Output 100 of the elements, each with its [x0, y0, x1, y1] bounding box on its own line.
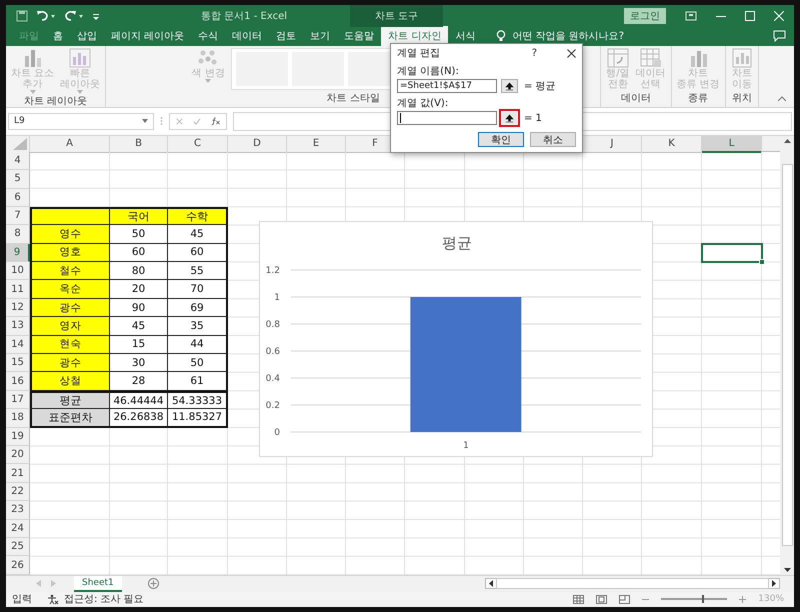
row-header[interactable]: 13	[6, 317, 30, 336]
table-cell: 90	[110, 298, 168, 318]
input-field[interactable]: =Sheet1!$A$17	[397, 79, 497, 93]
field-result: = 평균	[524, 80, 556, 93]
accessibility-icon[interactable]	[47, 594, 59, 605]
comment-icon[interactable]	[773, 30, 786, 42]
axis-label: 1	[274, 292, 280, 303]
maximize-icon[interactable]	[745, 10, 755, 20]
field-result: = 1	[524, 112, 542, 124]
column-header[interactable]: L	[702, 136, 762, 153]
page-break-icon[interactable]	[619, 594, 630, 604]
up-arrow-icon	[505, 114, 514, 122]
table-cell: 28	[110, 372, 168, 391]
close-icon[interactable]	[567, 48, 576, 58]
axis-label: 0.6	[266, 346, 280, 357]
row-header[interactable]: 23	[6, 501, 30, 520]
ribbon-tab[interactable]: 홈	[46, 26, 70, 46]
column-header[interactable]: A	[30, 136, 110, 153]
row-header[interactable]: 11	[6, 280, 30, 299]
sheet-tab[interactable]: Sheet1	[74, 576, 122, 592]
table-cell: 54.33333	[168, 390, 228, 410]
accessibility-status[interactable]: 접근성: 조사 필요	[64, 592, 144, 606]
function-icon[interactable]	[210, 116, 220, 126]
axis-label: 0.8	[266, 320, 280, 330]
column-header[interactable]: B	[110, 136, 168, 153]
horizontal-scrollbar[interactable]	[485, 578, 780, 590]
chart-area[interactable]: 평균 0 0.2 0.4 0.6 0.8 1 1.2 1	[259, 220, 653, 457]
cell-cursor	[701, 242, 763, 264]
table-cell: 영자	[30, 317, 110, 336]
row-header[interactable]: 6	[6, 188, 30, 207]
collapse-dialog-button[interactable]	[501, 79, 518, 93]
row-header[interactable]: 24	[6, 520, 30, 538]
collapse-dialog-button[interactable]	[499, 109, 520, 127]
save-icon[interactable]	[16, 10, 28, 22]
ribbon-display-icon[interactable]	[685, 10, 697, 20]
table-cell: 15	[110, 336, 168, 354]
collapse-ribbon-icon[interactable]	[778, 96, 786, 101]
row-header[interactable]: 12	[6, 298, 30, 318]
ribbon-tab[interactable]: 페이지 레이아웃	[104, 26, 192, 46]
table-cell: 44	[168, 336, 228, 354]
ribbon-tab[interactable]: 삽입	[70, 26, 104, 46]
dialog-button[interactable]: 확인	[478, 132, 524, 147]
row-header[interactable]: 22	[6, 482, 30, 502]
zoom-slider[interactable]	[661, 598, 728, 600]
ribbon-tab[interactable]: 수식	[191, 26, 226, 46]
row-header[interactable]: 16	[6, 372, 30, 391]
table-cell: 평균	[30, 390, 110, 410]
table-cell: 50	[110, 225, 168, 244]
row-header[interactable]: 8	[6, 225, 30, 244]
zoom-in-icon[interactable]	[739, 596, 746, 603]
column-header[interactable]: J	[583, 136, 642, 153]
dialog-title: 계열 편집	[397, 47, 440, 60]
axis-label: 1	[463, 440, 469, 451]
row-header[interactable]: 9	[6, 244, 30, 262]
column-header[interactable]: C	[168, 136, 228, 153]
scroll-down-icon[interactable]	[784, 568, 790, 572]
row-header[interactable]: 17	[6, 390, 30, 410]
page-layout-icon[interactable]	[596, 594, 608, 604]
name-box[interactable]: L9	[8, 112, 154, 130]
column-header[interactable]: E	[287, 136, 346, 153]
row-header[interactable]: 7	[6, 206, 30, 226]
row-header[interactable]: 10	[6, 262, 30, 280]
row-header[interactable]: 18	[6, 409, 30, 428]
table-cell: 표준편차	[30, 409, 110, 428]
row-header[interactable]: 5	[6, 170, 30, 189]
vertical-scrollbar[interactable]	[780, 136, 794, 575]
row-header[interactable]: 4	[6, 152, 30, 170]
ribbon-tab[interactable]: 보기	[303, 26, 338, 46]
row-header[interactable]: 20	[6, 446, 30, 464]
normal-view-icon[interactable]	[573, 594, 584, 604]
ribbon-tab[interactable]: 서식	[448, 26, 482, 46]
scroll-left-icon[interactable]	[489, 580, 493, 588]
dialog-button[interactable]: 취소	[530, 132, 576, 147]
redo-icon[interactable]	[64, 10, 84, 22]
axis-label: 0	[274, 428, 280, 438]
add-sheet-icon[interactable]	[148, 578, 159, 590]
axis-label: 0.4	[266, 374, 280, 384]
row-header[interactable]: 14	[6, 336, 30, 354]
tell-me-field[interactable]: 어떤 작업을 원하시나요?	[512, 29, 624, 43]
ribbon-tab[interactable]: 검토	[269, 26, 304, 46]
chart-title: 평균	[442, 234, 472, 252]
row-header[interactable]: 26	[6, 556, 30, 575]
table-cell: 철수	[30, 262, 110, 280]
help-button[interactable]: ?	[532, 48, 537, 58]
dropdown-icon	[142, 119, 148, 124]
ribbon-tab[interactable]: 도움말	[337, 26, 382, 46]
input-field[interactable]	[397, 111, 497, 125]
row-header[interactable]: 21	[6, 464, 30, 483]
login-button[interactable]: 로그인	[624, 8, 666, 24]
column-header[interactable]: K	[642, 136, 702, 153]
scroll-right-icon[interactable]	[772, 580, 776, 588]
column-header[interactable]: D	[228, 136, 287, 153]
row-header[interactable]: 15	[6, 354, 30, 372]
row-header[interactable]: 25	[6, 538, 30, 556]
ribbon-tab[interactable]: 데이터	[225, 26, 270, 46]
table-cell: 영수	[30, 225, 110, 244]
scroll-up-icon[interactable]	[784, 138, 790, 143]
undo-icon[interactable]	[36, 10, 56, 22]
row-header[interactable]: 19	[6, 428, 30, 446]
group-label: 차트 스타일	[326, 92, 380, 106]
